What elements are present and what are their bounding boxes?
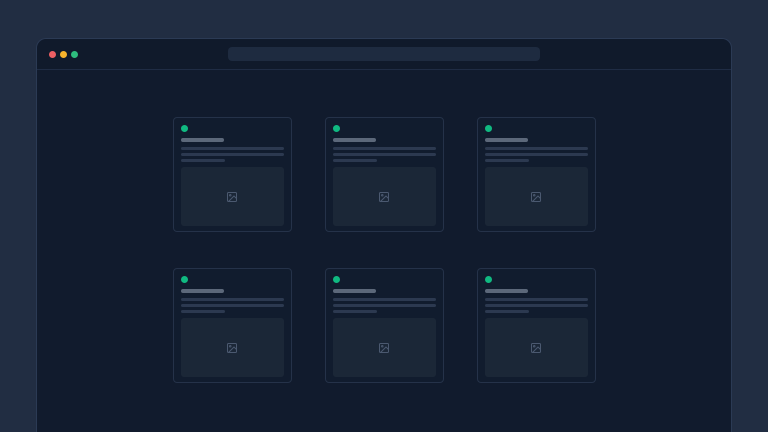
card[interactable]	[477, 117, 596, 232]
maximize-window-button[interactable]	[71, 51, 78, 58]
status-dot	[181, 276, 188, 283]
status-dot	[181, 125, 188, 132]
skeleton-text-line-short	[333, 310, 377, 313]
browser-window	[36, 38, 732, 432]
skeleton-text-line-short	[333, 159, 377, 162]
media-placeholder	[181, 167, 284, 226]
status-dot	[333, 276, 340, 283]
card[interactable]	[173, 117, 292, 232]
skeleton-text-line-short	[485, 159, 529, 162]
minimize-window-button[interactable]	[60, 51, 67, 58]
skeleton-title-bar	[333, 289, 376, 293]
skeleton-title-bar	[181, 138, 224, 142]
skeleton-text-line	[485, 304, 588, 307]
image-icon	[378, 342, 390, 354]
skeleton-text-line	[333, 153, 436, 156]
media-placeholder	[333, 318, 436, 377]
status-dot	[333, 125, 340, 132]
image-icon	[226, 342, 238, 354]
skeleton-text-line-short	[181, 310, 225, 313]
browser-content	[37, 117, 731, 383]
image-icon	[530, 342, 542, 354]
close-window-button[interactable]	[49, 51, 56, 58]
media-placeholder	[333, 167, 436, 226]
skeleton-text-line	[181, 153, 284, 156]
address-bar-input[interactable]	[228, 47, 540, 61]
media-placeholder	[181, 318, 284, 377]
skeleton-title-bar	[181, 289, 224, 293]
skeleton-text-line	[485, 298, 588, 301]
card[interactable]	[325, 268, 444, 383]
skeleton-text-line	[181, 298, 284, 301]
skeleton-text-line	[333, 304, 436, 307]
skeleton-title-bar	[485, 289, 528, 293]
skeleton-title-bar	[333, 138, 376, 142]
status-dot	[485, 125, 492, 132]
status-dot	[485, 276, 492, 283]
card[interactable]	[477, 268, 596, 383]
skeleton-text-line-short	[181, 159, 225, 162]
skeleton-text-line	[181, 304, 284, 307]
media-placeholder	[485, 167, 588, 226]
browser-titlebar	[37, 39, 731, 70]
skeleton-text-line	[333, 147, 436, 150]
image-icon	[530, 191, 542, 203]
skeleton-text-line	[485, 153, 588, 156]
media-placeholder	[485, 318, 588, 377]
skeleton-text-line	[333, 298, 436, 301]
card[interactable]	[325, 117, 444, 232]
skeleton-text-line	[485, 147, 588, 150]
skeleton-text-line-short	[485, 310, 529, 313]
card[interactable]	[173, 268, 292, 383]
skeleton-title-bar	[485, 138, 528, 142]
window-controls	[49, 51, 78, 58]
skeleton-text-line	[181, 147, 284, 150]
desktop-background	[0, 0, 768, 432]
image-icon	[378, 191, 390, 203]
image-icon	[226, 191, 238, 203]
card-grid	[37, 117, 731, 383]
